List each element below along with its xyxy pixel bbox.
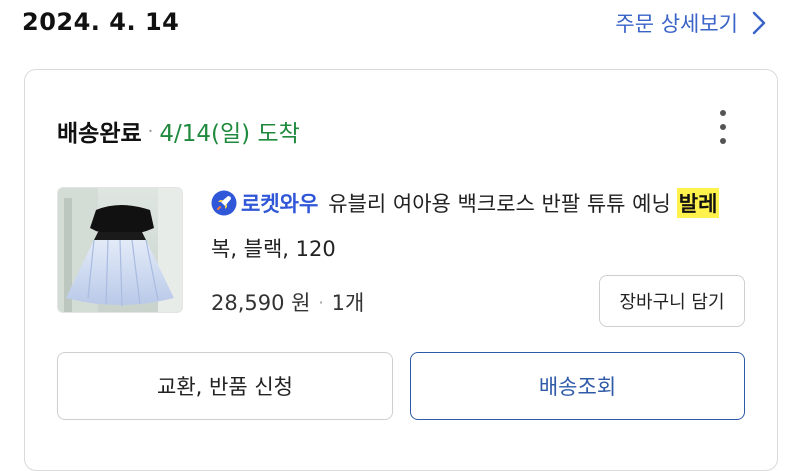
delivery-status: 배송완료 xyxy=(57,121,142,147)
order-detail-link[interactable]: 주문 상세보기 xyxy=(615,8,766,38)
price-row: 28,590 원 · 1개 xyxy=(211,287,364,317)
rocket-wow-badge: 로켓와우 xyxy=(211,188,318,218)
exchange-return-button[interactable]: 교환, 반품 신청 xyxy=(57,352,393,420)
product-image xyxy=(58,188,182,312)
order-detail-label: 주문 상세보기 xyxy=(615,12,738,36)
product-quantity: 1개 xyxy=(331,291,365,315)
add-to-cart-button[interactable]: 장바구니 담기 xyxy=(599,275,745,327)
more-vertical-icon xyxy=(720,110,726,116)
order-card: 배송완료 · 4/14(일) 도착 로켓와우 유블리 여아용 백크로스 반팔 튜… xyxy=(24,69,778,471)
rocket-icon xyxy=(211,190,237,216)
shipment-status-row: 배송완료 · 4/14(일) 도착 xyxy=(57,114,300,148)
product-title-line2[interactable]: 복, 블랙, 120 xyxy=(211,233,336,263)
search-highlight: 발레 xyxy=(676,188,720,218)
status-separator: · xyxy=(147,120,154,142)
product-price: 28,590 원 xyxy=(211,291,311,315)
chevron-right-icon xyxy=(752,11,766,35)
track-delivery-button[interactable]: 배송조회 xyxy=(410,352,745,420)
product-thumbnail[interactable] xyxy=(57,187,183,313)
product-title-text: 유블리 여아용 백크로스 반팔 튜튜 예닝 xyxy=(328,192,671,216)
more-options-button[interactable] xyxy=(713,110,733,144)
product-title-line1[interactable]: 로켓와우 유블리 여아용 백크로스 반팔 튜튜 예닝 발레 xyxy=(211,188,720,218)
order-date: 2024. 4. 14 xyxy=(22,8,180,36)
rocket-wow-label: 로켓와우 xyxy=(241,192,319,216)
price-separator: · xyxy=(318,292,324,312)
arrival-date: 4/14(일) 도착 xyxy=(159,121,300,147)
